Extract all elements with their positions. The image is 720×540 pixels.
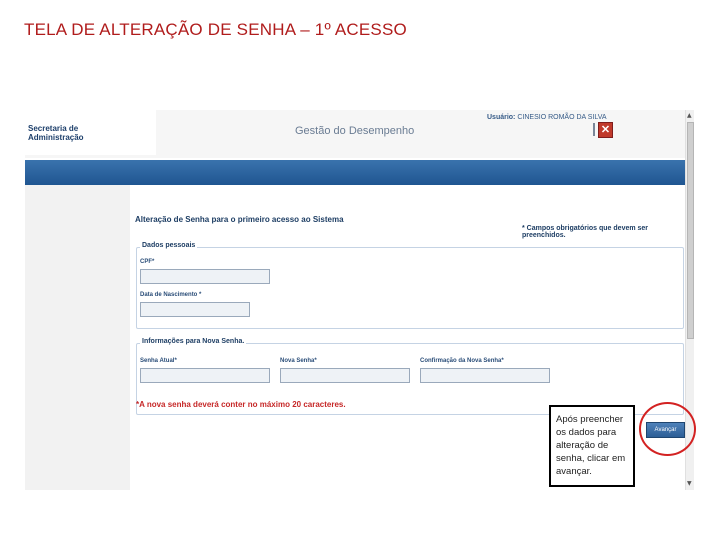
confirm-password-input[interactable] bbox=[420, 368, 550, 383]
cpf-label: CPF* bbox=[140, 259, 155, 265]
logo: Secretaria de Administração bbox=[25, 110, 156, 155]
header-separator bbox=[593, 123, 595, 136]
close-icon[interactable]: ✕ bbox=[598, 122, 613, 138]
password-length-warning: *A nova senha deverá conter no máximo 20… bbox=[136, 400, 346, 409]
logo-line-2: Administração bbox=[28, 133, 84, 142]
personal-data-legend: Dados pessoais bbox=[140, 242, 198, 249]
personal-data-group: Dados pessoais CPF* Data de Nascimento * bbox=[136, 242, 684, 329]
logo-text: Secretaria de Administração bbox=[28, 124, 84, 142]
scroll-up-icon[interactable]: ▲ bbox=[687, 112, 692, 119]
instruction-callout: Após preencher os dados para alteração d… bbox=[549, 405, 635, 487]
new-password-input[interactable] bbox=[280, 368, 410, 383]
user-name: CINESIO ROMÃO DA SILVA bbox=[517, 114, 607, 121]
new-password-legend: Informações para Nova Senha. bbox=[140, 338, 247, 345]
callout-text: Após preencher os dados para alteração d… bbox=[556, 414, 626, 477]
scrollbar-thumb[interactable] bbox=[687, 122, 694, 339]
birth-date-label: Data de Nascimento * bbox=[140, 292, 202, 298]
cpf-input[interactable] bbox=[140, 269, 270, 284]
logo-line-1: Secretaria de bbox=[28, 124, 79, 133]
scroll-down-icon[interactable]: ▼ bbox=[687, 480, 692, 487]
user-label: Usuário: bbox=[487, 114, 516, 121]
birth-date-input[interactable] bbox=[140, 302, 250, 317]
confirm-password-label: Confirmação da Nova Senha* bbox=[420, 358, 504, 364]
left-column bbox=[25, 185, 130, 490]
page-title: Alteração de Senha para o primeiro acess… bbox=[135, 215, 344, 224]
user-info: Usuário: CINESIO ROMÃO DA SILVA bbox=[487, 114, 607, 121]
current-password-label: Senha Atual* bbox=[140, 358, 177, 364]
new-password-label: Nova Senha* bbox=[280, 358, 317, 364]
app-header: Secretaria de Administração Gestão do De… bbox=[25, 110, 685, 158]
required-note: * Campos obrigatórios que devem ser pree… bbox=[522, 225, 649, 239]
app-title: Gestão do Desempenho bbox=[295, 125, 415, 137]
slide-title: TELA DE ALTERAÇÃO DE SENHA – 1º ACESSO bbox=[24, 20, 407, 39]
nav-bar bbox=[25, 160, 685, 185]
highlight-circle bbox=[639, 402, 696, 456]
current-password-input[interactable] bbox=[140, 368, 270, 383]
